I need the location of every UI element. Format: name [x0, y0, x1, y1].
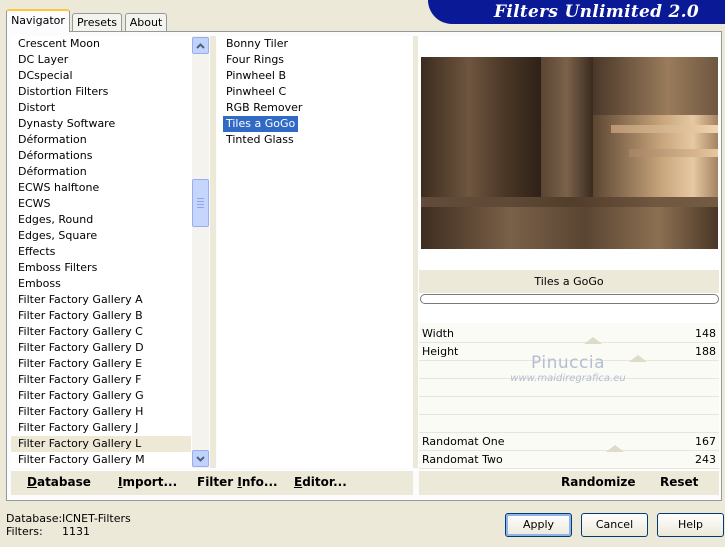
- category-item[interactable]: Filter Factory Gallery G: [11, 388, 191, 404]
- category-item[interactable]: ECWS halftone: [11, 180, 191, 196]
- randomize-button[interactable]: Randomize: [561, 475, 635, 489]
- filter-row[interactable]: Pinwheel C: [217, 84, 413, 100]
- filters-label: Filters:: [6, 525, 43, 538]
- category-item[interactable]: Filter Factory Gallery J: [11, 420, 191, 436]
- app-title: Filters Unlimited 2.0: [428, 0, 725, 24]
- reset-button[interactable]: Reset: [660, 475, 698, 489]
- category-item[interactable]: Edges, Round: [11, 212, 191, 228]
- filter-list[interactable]: Bonny Tiler Four Rings Pinwheel B Pinwheel …: [217, 36, 413, 468]
- splitter-left[interactable]: [210, 36, 216, 468]
- param-name: Width: [422, 327, 454, 340]
- category-item[interactable]: Crescent Moon: [11, 36, 191, 52]
- chevron-up-icon: [196, 42, 205, 49]
- tab-navigator[interactable]: Navigator: [6, 9, 70, 32]
- param-row[interactable]: Randomat One 167: [419, 433, 719, 452]
- category-item[interactable]: Dynasty Software: [11, 116, 191, 132]
- filter-item[interactable]: Bonny Tiler: [223, 36, 291, 52]
- category-item[interactable]: Distort: [11, 100, 191, 116]
- category-item[interactable]: Edges, Square: [11, 228, 191, 244]
- param-row[interactable]: [419, 415, 719, 433]
- filter-item[interactable]: RGB Remover: [223, 100, 305, 116]
- filter-row[interactable]: Four Rings: [217, 52, 413, 68]
- filter-item[interactable]: Four Rings: [223, 52, 287, 68]
- database-button[interactable]: Database: [27, 475, 91, 489]
- category-item[interactable]: Déformation: [11, 164, 191, 180]
- category-scrollbar[interactable]: [192, 36, 209, 468]
- filter-item[interactable]: Pinwheel C: [223, 84, 289, 100]
- database-value: ICNET-Filters: [62, 512, 131, 525]
- filter-item[interactable]: Pinwheel B: [223, 68, 289, 84]
- category-item[interactable]: Effects: [11, 244, 191, 260]
- category-item[interactable]: Filter Factory Gallery A: [11, 292, 191, 308]
- param-row[interactable]: Width 148: [419, 325, 719, 344]
- category-item[interactable]: Emboss Filters: [11, 260, 191, 276]
- scroll-thumb[interactable]: [192, 179, 209, 227]
- right-toolbar: Randomize Reset: [419, 470, 719, 495]
- progress-bar: [420, 294, 719, 304]
- category-item[interactable]: Filter Factory Gallery E: [11, 356, 191, 372]
- filter-info-button[interactable]: Filter Info...: [197, 475, 278, 489]
- category-item[interactable]: DCspecial: [11, 68, 191, 84]
- filters-count: 1131: [62, 525, 90, 538]
- tab-about[interactable]: About: [125, 13, 167, 32]
- left-toolbar: Database Import... Filter Info... Editor…: [11, 470, 413, 495]
- param-value: 167: [695, 435, 716, 448]
- scroll-up-button[interactable]: [192, 37, 209, 54]
- filter-row[interactable]: Pinwheel B: [217, 68, 413, 84]
- tab-presets[interactable]: Presets: [72, 13, 122, 32]
- chevron-down-icon: [196, 455, 205, 462]
- category-item[interactable]: Distortion Filters: [11, 84, 191, 100]
- preview-image: [421, 57, 718, 249]
- category-list[interactable]: Crescent Moon DC Layer DCspecial Distortion…: [11, 36, 191, 468]
- category-item[interactable]: Filter Factory Gallery M: [11, 452, 191, 468]
- category-item[interactable]: Déformations: [11, 148, 191, 164]
- filter-name-label: Tiles a GoGo: [419, 270, 719, 293]
- filter-row[interactable]: RGB Remover: [217, 100, 413, 116]
- help-button[interactable]: Help: [657, 513, 724, 537]
- filter-row[interactable]: Tiles a GoGo: [217, 116, 413, 132]
- watermark: Pinuccia www.maidiregrafica.eu: [498, 353, 638, 385]
- cancel-button[interactable]: Cancel: [581, 513, 648, 537]
- param-name: Height: [422, 345, 459, 358]
- category-item[interactable]: Déformation: [11, 132, 191, 148]
- category-item[interactable]: Filter Factory Gallery L: [11, 436, 191, 452]
- category-panel: Crescent Moon DC Layer DCspecial Distortion…: [11, 36, 209, 468]
- filter-item[interactable]: Tinted Glass: [223, 132, 297, 148]
- watermark-line1: Pinuccia: [531, 353, 605, 373]
- category-item[interactable]: Filter Factory Gallery B: [11, 308, 191, 324]
- editor-button[interactable]: Editor...: [294, 475, 347, 489]
- filter-row[interactable]: Tinted Glass: [217, 132, 413, 148]
- database-label: Database:: [6, 512, 63, 525]
- watermark-line2: www.maidiregrafica.eu: [510, 373, 626, 384]
- apply-button[interactable]: Apply: [505, 513, 572, 537]
- param-value: 188: [695, 345, 716, 358]
- category-item[interactable]: DC Layer: [11, 52, 191, 68]
- category-item[interactable]: ECWS: [11, 196, 191, 212]
- category-item[interactable]: Filter Factory Gallery H: [11, 404, 191, 420]
- parameter-sliders: Width 148 Height 188 Randomat One 167 Randomat…: [419, 323, 719, 469]
- param-row[interactable]: [419, 397, 719, 415]
- category-item[interactable]: Filter Factory Gallery D: [11, 340, 191, 356]
- param-row[interactable]: Randomat Two 243: [419, 451, 719, 469]
- category-item[interactable]: Filter Factory Gallery C: [11, 324, 191, 340]
- filter-item[interactable]: Tiles a GoGo: [223, 116, 299, 132]
- category-item[interactable]: Filter Factory Gallery F: [11, 372, 191, 388]
- param-name: Randomat Two: [422, 453, 503, 466]
- scroll-down-button[interactable]: [192, 450, 209, 467]
- param-value: 148: [695, 327, 716, 340]
- param-value: 243: [695, 453, 716, 466]
- category-item[interactable]: Emboss: [11, 276, 191, 292]
- param-name: Randomat One: [422, 435, 505, 448]
- import-button[interactable]: Import...: [118, 475, 177, 489]
- filter-row[interactable]: Bonny Tiler: [217, 36, 413, 52]
